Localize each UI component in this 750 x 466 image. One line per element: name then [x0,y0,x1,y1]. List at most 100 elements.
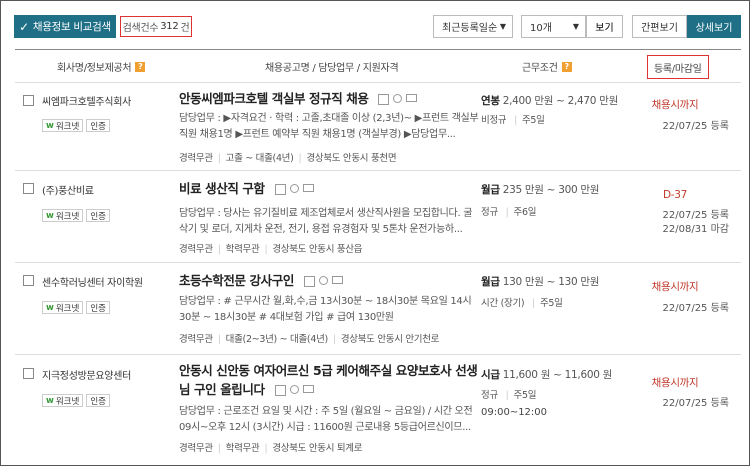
worknet-badge-label: 워크넷 [55,121,80,132]
table-row: 센수학러닝센터 자이학원 w 워크넷 인증 초등수학전문 강사구인 담당업무 : … [15,263,741,355]
compare-search-label: 채용정보 비교검색 [32,21,111,33]
tag-location: 경상북도 안동시 안기천로 [328,331,440,345]
tag-location: 경상북도 안동시 풍천면 [294,150,396,164]
mail-icon[interactable] [406,94,418,102]
job-tags: 경력무관 학력무관 경상북도 안동시 퇴계로 [179,440,362,454]
page-size-select[interactable]: 10개 ▼ [521,15,586,38]
tag-education: 고졸 ~ 대졸(4년) [213,150,294,164]
work-days: 주6일 [501,207,537,218]
tag-career: 경력무관 [179,443,213,454]
company-name[interactable]: (주)풍산비료 [42,182,94,197]
compare-search-button[interactable]: ✓ 채용정보 비교검색 [14,15,116,38]
cert-badge: 인증 [86,209,110,222]
pay-type: 월급 [481,184,500,196]
detail-icon[interactable] [274,184,286,195]
register-date-value: 22/07/25 등록 [662,210,730,221]
job-title-link[interactable]: 안동씨엠파크호텔 객실부 정규직 채용 [179,91,369,106]
apply-view-button[interactable]: 보기 [586,15,623,38]
work-days: 주5일 [509,115,545,126]
job-title: 안동시 신안동 여자어르신 5급 케어해주실 요양보호사 선생님 구인 올립니다 [179,361,479,399]
job-tags: 경력무관 대졸(2~3년) ~ 대졸(4년) 경상북도 안동시 안기천로 [179,331,439,345]
row-checkbox[interactable] [23,275,34,286]
table-row: 씨엠파크호텔주식회사 w 워크넷 인증 안동씨엠파크호텔 객실부 정규직 채용 담… [15,83,741,171]
employment-type: 비정규 [481,115,507,126]
employment-type: 시간 (장기) [481,298,525,309]
pay-range: 235 만원 ~ 300 만원 [502,184,600,196]
deadline: 채용시까지 [651,281,699,293]
worknet-badge: w 워크넷 [42,209,84,222]
job-title-link[interactable]: 초등수학전문 강사구인 [179,273,294,288]
chevron-down-icon: ▼ [499,22,506,31]
mail-icon[interactable] [331,276,343,284]
search-icon[interactable] [289,184,299,193]
employment-type: 정규 [481,207,498,218]
help-icon[interactable]: ? [135,61,146,72]
search-count-value: 312 [160,21,179,32]
header-company-label: 회사명/정보제공처 [57,63,132,74]
work-days: 주5일 [501,390,537,401]
sort-select[interactable]: 최근등록일순 ▼ [433,15,513,38]
mail-icon[interactable] [302,184,314,192]
search-count: 검색건수 312 건 [120,16,192,37]
job-title: 안동씨엠파크호텔 객실부 정규직 채용 [179,89,479,108]
search-icon[interactable] [318,276,328,285]
company-name[interactable]: 센수학러닝센터 자이학원 [42,274,143,289]
cert-badge: 인증 [86,301,110,314]
tag-career: 경력무관 [179,244,213,255]
job-title-link[interactable]: 안동시 신안동 여자어르신 5급 케어해주실 요양보호사 선생님 구인 올립니다 [179,363,478,397]
row-checkbox[interactable] [23,368,34,379]
register-date: 22/07/25 등록 [662,121,730,132]
deadline: 채용시까지 [651,99,699,111]
table-row: (주)풍산비료 w 워크넷 인증 비료 생산직 구함 담당업무 : 당사는 유기질… [15,171,741,263]
worknet-badge-label: 워크넷 [55,211,80,222]
search-count-label: 검색건수 [122,23,159,34]
worknet-logo-icon: w [46,395,54,406]
company-name[interactable]: 씨엠파크호텔주식회사 [42,93,131,108]
header-title: 채용공고명 / 담당업무 / 지원자격 [265,63,399,74]
row-checkbox[interactable] [23,95,34,106]
work-hours: 09:00~12:00 [481,407,548,418]
pay-range: 2,400 만원 ~ 2,470 만원 [502,95,619,107]
job-list-frame: ✓ 채용정보 비교검색 검색건수 312 건 최근등록일순 ▼ 10개 ▼ 보기… [0,0,750,466]
worknet-logo-icon: w [46,210,54,221]
worknet-badge-label: 워크넷 [55,396,80,407]
job-tags: 경력무관 고졸 ~ 대졸(4년) 경상북도 안동시 풍천면 [179,150,397,164]
row-checkbox[interactable] [23,183,34,194]
detail-view-toggle[interactable]: 상세보기 [687,15,741,38]
help-icon[interactable]: ? [561,61,572,72]
search-icon[interactable] [393,94,403,103]
job-icons [274,385,314,396]
job-tags: 경력무관 학력무관 경상북도 안동시 풍산읍 [179,241,362,255]
header-conditions-label: 근무조건 [522,63,558,74]
worknet-badge-label: 워크넷 [55,303,80,314]
tag-education: 학력무관 [213,241,260,255]
pay-info: 월급 130 만원 ~ 130 만원 [481,274,599,289]
tag-career: 경력무관 [179,153,213,164]
simple-view-toggle[interactable]: 간편보기 [632,15,687,38]
detail-icon[interactable] [274,385,286,396]
deadline: D-37 [662,189,688,201]
table-row: 지극정성방문요양센터 w 워크넷 인증 안동시 신안동 여자어르신 5급 케어해주… [15,355,741,465]
job-description: 담당업무 : 당사는 유기질비료 제조업체로서 생산직사원을 모집합니다. 굴삭… [179,208,473,235]
work-conditions: 시간 (장기) 주5일 [481,295,563,309]
job-title-link[interactable]: 비료 생산직 구함 [179,181,265,196]
mail-icon[interactable] [302,385,314,393]
job-description: 담당업무 : # 근무시간 월,화,수,금 13시30분 ~ 18시30분 목요… [179,296,472,323]
company-name[interactable]: 지극정성방문요양센터 [42,367,131,382]
badges: w 워크넷 인증 [42,301,110,314]
close-date-value: 22/08/31 마감 [662,224,730,235]
pay-info: 연봉 2,400 만원 ~ 2,470 만원 [481,93,618,108]
tag-education: 학력무관 [213,440,260,454]
employment-type: 정규 [481,390,498,401]
search-icon[interactable] [289,385,299,394]
pay-type: 시급 [481,369,500,381]
tag-location: 경상북도 안동시 풍산읍 [259,241,362,255]
detail-icon[interactable] [378,94,390,105]
job-icons [274,184,314,195]
work-conditions: 정규 주5일 [481,387,536,401]
detail-icon[interactable] [303,276,315,287]
table-header: 회사명/정보제공처 ? 채용공고명 / 담당업무 / 지원자격 근무조건 ? 등… [15,49,741,83]
badges: w 워크넷 인증 [42,209,110,222]
register-date: 22/07/25 등록 [662,303,730,314]
cert-badge: 인증 [86,119,110,132]
